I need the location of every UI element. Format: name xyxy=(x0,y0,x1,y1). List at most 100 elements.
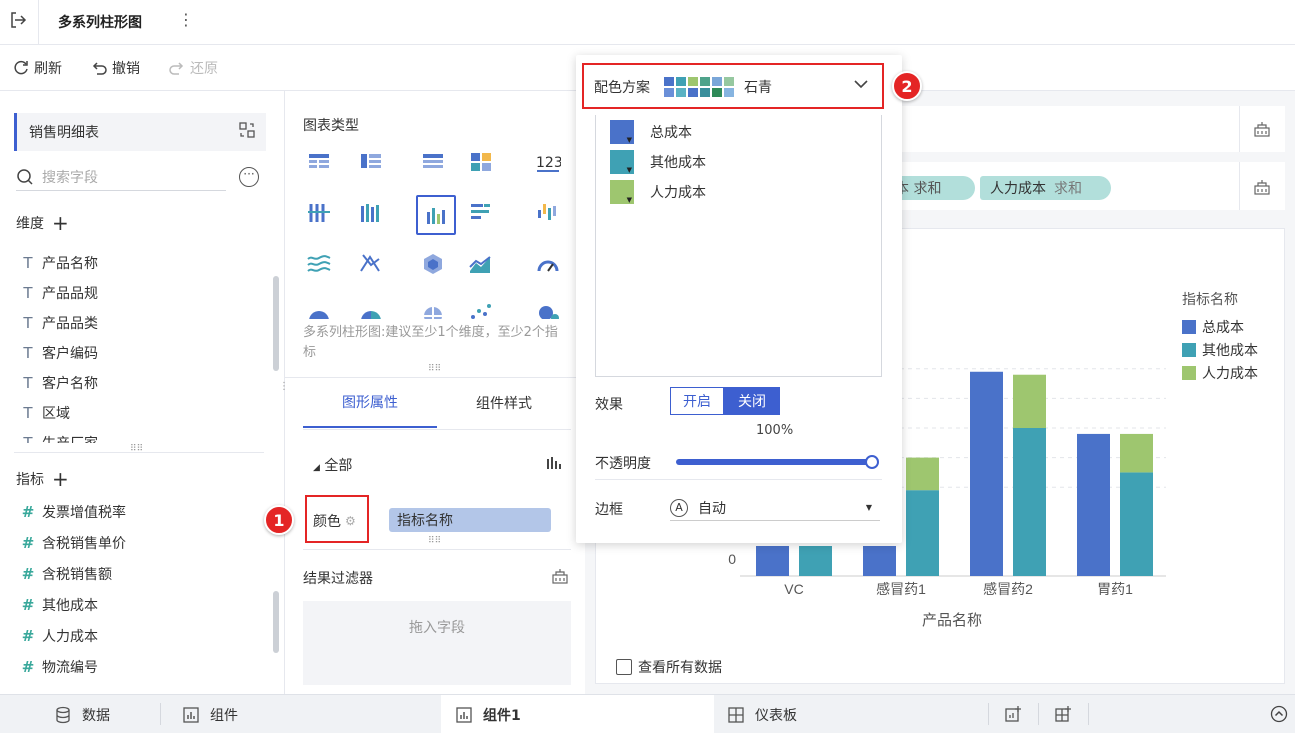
legend-item[interactable]: 总成本 xyxy=(1182,315,1258,338)
streamline-icon[interactable] xyxy=(301,246,337,282)
tab-dashboard[interactable]: 仪表板 xyxy=(727,695,797,733)
dimension-field[interactable]: T 区域 xyxy=(14,398,264,428)
dimension-field[interactable]: T 产品名称 xyxy=(14,248,264,278)
indicator-card-icon[interactable]: 123 xyxy=(530,144,566,180)
number-type-icon: # xyxy=(21,657,35,676)
line-chart-icon[interactable] xyxy=(353,246,389,282)
show-all-data-checkbox[interactable]: 查看所有数据 xyxy=(616,657,722,677)
redo-button[interactable]: 还原 xyxy=(168,58,218,78)
dot-chart-icon[interactable] xyxy=(301,195,337,231)
search-field[interactable]: 搜索字段 xyxy=(16,163,226,191)
legend-item[interactable]: 其他成本 xyxy=(1182,338,1258,361)
search-options-icon[interactable]: ··· xyxy=(239,167,259,187)
resize-handle[interactable]: ⠿⠿ xyxy=(428,364,441,374)
map-icon[interactable] xyxy=(415,299,451,319)
bar-total-cost xyxy=(863,546,896,576)
legend-item[interactable]: 人力成本 xyxy=(1182,361,1258,384)
dataset-selector[interactable]: 销售明细表 xyxy=(14,113,266,151)
measure-field[interactable]: # 含税销售单价 xyxy=(14,527,264,558)
opacity-slider-handle[interactable] xyxy=(865,455,879,469)
dimension-field[interactable]: T生产厂家 xyxy=(14,428,264,443)
series-color-list: ▼ 总成本 ▼ 其他成本 ▼ 人力成本 xyxy=(595,115,882,377)
detail-table-icon[interactable] xyxy=(415,144,451,180)
filter-icon[interactable] xyxy=(1253,178,1271,200)
effect-off-button[interactable]: 关闭 xyxy=(724,387,780,415)
dimension-scrollbar[interactable] xyxy=(273,276,279,371)
bar-chart-icon[interactable] xyxy=(353,195,389,231)
color-swatch[interactable]: ▼ xyxy=(610,150,634,174)
series-color-item[interactable]: ▼ 人力成本 xyxy=(596,177,881,207)
legend-swatch xyxy=(1182,319,1196,334)
undo-button[interactable]: 撤销 xyxy=(90,58,140,78)
color-field-pill[interactable]: 指标名称 xyxy=(389,508,551,532)
dimension-field[interactable]: T 客户编码 xyxy=(14,338,264,368)
area-chart-icon[interactable] xyxy=(463,246,499,282)
exit-icon[interactable] xyxy=(8,10,28,30)
all-section-toggle[interactable]: ◢ 全部 xyxy=(313,455,352,475)
measure-field[interactable]: # 发票增值税率 xyxy=(14,496,264,527)
table-icon[interactable] xyxy=(301,144,337,180)
opacity-label: 不透明度 xyxy=(595,456,651,472)
bottom-tab-bar: 数据 组件 组件1 仪表板 xyxy=(0,694,1295,733)
series-color-item[interactable]: ▼ 总成本 xyxy=(596,117,881,147)
pie-chart-icon[interactable] xyxy=(301,299,337,319)
dimension-field[interactable]: T 产品品类 xyxy=(14,308,264,338)
bubble-icon[interactable] xyxy=(530,299,566,319)
opacity-slider[interactable] xyxy=(676,459,872,465)
bar-total-cost xyxy=(970,371,1003,576)
switch-dataset-icon[interactable] xyxy=(238,121,256,143)
text-type-icon: T xyxy=(23,254,33,272)
x-tick-label: VC xyxy=(784,581,803,597)
measure-field[interactable]: # 物流编号 xyxy=(14,651,264,682)
tab-component1[interactable]: 组件1 xyxy=(441,695,714,733)
rose-chart-icon[interactable] xyxy=(353,299,389,319)
series-color-item[interactable]: ▼ 其他成本 xyxy=(596,147,881,177)
measures-header: 指标 + xyxy=(16,467,69,491)
dimension-field[interactable]: T 客户名称 xyxy=(14,368,264,398)
color-swatch[interactable]: ▼ xyxy=(610,180,634,204)
collapse-up-icon[interactable] xyxy=(1270,705,1288,727)
bar-labor-cost xyxy=(1013,374,1046,428)
gauge-icon[interactable] xyxy=(530,246,566,282)
measure-scrollbar[interactable] xyxy=(273,591,279,653)
measure-field[interactable]: # 含税销售额 xyxy=(14,558,264,589)
dimension-field[interactable]: T 产品品规 xyxy=(14,278,264,308)
add-component-icon[interactable] xyxy=(1004,705,1022,727)
effect-on-button[interactable]: 开启 xyxy=(670,387,724,415)
search-icon xyxy=(17,168,33,185)
filter-icon[interactable] xyxy=(551,567,569,589)
redo-icon xyxy=(169,62,184,75)
measure-field[interactable]: # 其他成本 xyxy=(14,589,264,620)
text-type-icon: T xyxy=(23,344,33,362)
measure-field[interactable]: # 人力成本 xyxy=(14,620,264,651)
bar-labor-cost xyxy=(1120,433,1153,473)
add-measure-icon[interactable]: + xyxy=(52,469,69,489)
resize-handle[interactable]: ⠿⠿ xyxy=(428,536,441,546)
add-dashboard-icon[interactable] xyxy=(1054,705,1072,727)
more-icon[interactable]: ⋮ xyxy=(178,10,194,29)
tab-graph-properties[interactable]: 图形属性 xyxy=(303,378,437,428)
filter-dropzone[interactable]: 拖入字段 xyxy=(303,601,571,685)
tab-data[interactable]: 数据 xyxy=(54,695,110,733)
heatmap-grid-icon[interactable] xyxy=(463,144,499,180)
border-select[interactable]: A 自动 ▼ xyxy=(670,495,880,521)
add-dimension-icon[interactable]: + xyxy=(52,213,69,233)
tab-component[interactable]: 组件 xyxy=(182,695,238,733)
chart-icon xyxy=(183,706,199,723)
bar-other-cost xyxy=(799,546,832,576)
horizontal-bar-icon[interactable] xyxy=(463,195,499,231)
waterfall-icon[interactable] xyxy=(530,195,566,231)
multi-series-bar-icon[interactable] xyxy=(416,195,456,235)
tab-component-style[interactable]: 组件样式 xyxy=(437,378,571,428)
legend-swatch xyxy=(1182,365,1196,380)
refresh-button[interactable]: 刷新 xyxy=(12,58,62,78)
search-placeholder: 搜索字段 xyxy=(42,169,98,186)
radar-icon[interactable] xyxy=(415,246,451,282)
chart-icon xyxy=(456,706,472,723)
color-swatch[interactable]: ▼ xyxy=(610,120,634,144)
cross-table-icon[interactable] xyxy=(353,144,389,180)
highlight-box-color xyxy=(305,495,369,543)
field-pill-labor-cost[interactable]: 人力成本 求和 xyxy=(980,176,1111,200)
scatter-icon[interactable] xyxy=(463,299,499,319)
filter-icon[interactable] xyxy=(1253,120,1271,142)
